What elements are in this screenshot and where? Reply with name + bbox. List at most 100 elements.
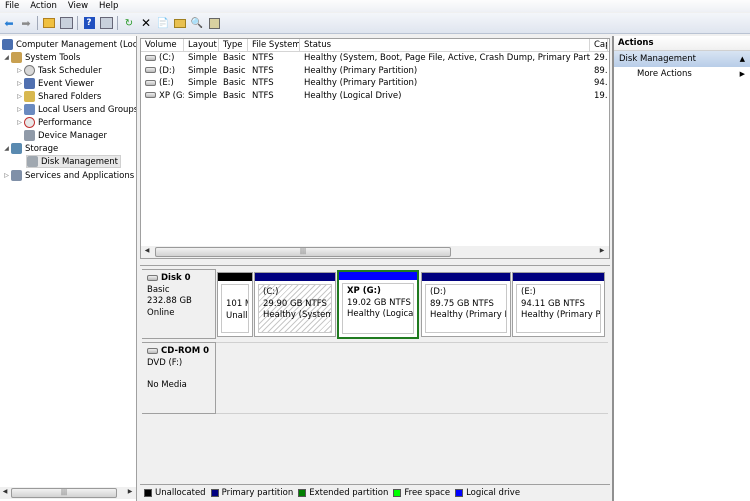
actions-section-disk-management[interactable]: Disk Management ▲ [614, 51, 750, 67]
volume-horizontal-scrollbar[interactable]: ◀ ||| ▶ [141, 246, 609, 258]
scroll-thumb[interactable]: ||| [11, 488, 117, 498]
tree-item-performance[interactable]: ▷ Performance [15, 116, 92, 129]
tree-item-local-users[interactable]: ▷ Local Users and Groups [15, 103, 136, 116]
expand-icon[interactable]: ▷ [2, 172, 11, 179]
scroll-right-arrow[interactable]: ▶ [597, 247, 607, 254]
actions-pane: Actions Disk Management ▲ More Actions ▶ [612, 36, 750, 501]
volume-name: (D:) [159, 65, 176, 76]
disk-icon [147, 274, 158, 281]
collapse-icon[interactable]: ◢ [2, 54, 11, 61]
wizard-icon[interactable] [207, 16, 221, 30]
show-hide-console-tree-icon[interactable] [59, 16, 73, 30]
legend-label: Primary partition [221, 487, 294, 498]
tree-label: Task Scheduler [38, 65, 102, 76]
tree-label: Services and Applications [25, 170, 135, 181]
collapse-icon[interactable]: ◢ [2, 145, 11, 152]
disk-type: DVD (F:) [147, 357, 183, 368]
column-file-system[interactable]: File System [248, 39, 300, 51]
disk-0-label[interactable]: Disk 0 Basic 232.88 GB Online [142, 269, 216, 339]
column-type[interactable]: Type [219, 39, 248, 51]
legend-swatch [144, 488, 152, 497]
partition-g[interactable]: XP (G:) 19.02 GB NTFS Healthy (Logical [337, 270, 419, 339]
legend-item: Free space [393, 488, 450, 498]
volume-fs: NTFS [252, 90, 274, 101]
legend-swatch [393, 488, 402, 497]
cdrom-0-area[interactable] [216, 342, 608, 414]
menu-file[interactable]: File [0, 1, 25, 11]
table-row[interactable]: (D:) Simple Basic NTFS Healthy (Primary … [141, 65, 609, 78]
disk-name: CD-ROM 0 [161, 346, 210, 356]
tree-horizontal-scrollbar[interactable]: ◀ ||| ▶ [0, 487, 136, 499]
expand-icon[interactable]: ▷ [15, 80, 24, 87]
tree-item-services[interactable]: ▷ Services and Applications [2, 169, 134, 182]
column-layout[interactable]: Layout [184, 39, 219, 51]
tree-label: Computer Management (Local [16, 39, 137, 50]
volume-capacity: 94.1 [594, 78, 608, 88]
toolbar-separator [37, 16, 38, 30]
expand-icon[interactable]: ▷ [15, 93, 24, 100]
partition-name: (E:) [521, 287, 536, 297]
volume-name: XP (G:) [159, 90, 184, 101]
scroll-right-arrow[interactable]: ▶ [125, 488, 135, 495]
volume-type: Basic [223, 90, 246, 101]
cdrom-0-label[interactable]: CD-ROM 0 DVD (F:) No Media [142, 342, 216, 414]
show-hide-action-pane-icon[interactable] [99, 16, 113, 30]
scroll-left-arrow[interactable]: ◀ [142, 247, 152, 254]
more-actions-item[interactable]: More Actions ▶ [614, 67, 750, 82]
forward-arrow-icon[interactable]: ➡ [19, 16, 33, 30]
tree-item-shared-folders[interactable]: ▷ Shared Folders [15, 90, 101, 103]
tree-item-event-viewer[interactable]: ▷ Event Viewer [15, 77, 94, 90]
column-capacity[interactable]: Cap [590, 39, 608, 51]
table-row[interactable]: (C:) Simple Basic NTFS Healthy (System, … [141, 52, 609, 65]
tree-item-disk-management[interactable]: Disk Management [26, 155, 121, 168]
scroll-thumb[interactable]: ||| [155, 247, 451, 257]
menu-help[interactable]: Help [94, 1, 124, 11]
open-icon[interactable] [173, 16, 187, 30]
menu-action[interactable]: Action [25, 1, 63, 11]
partition-e[interactable]: (E:) 94.11 GB NTFS Healthy (Primary Part [512, 272, 605, 337]
help-icon[interactable]: ? [82, 16, 96, 30]
legend-label: Unallocated [155, 487, 206, 498]
column-status[interactable]: Status [300, 39, 590, 51]
partition-size: 94.11 GB NTFS [521, 298, 585, 309]
properties-icon[interactable]: 📄 [156, 16, 170, 30]
scroll-left-arrow[interactable]: ◀ [0, 488, 10, 495]
partition-color-bar [422, 273, 510, 281]
tree-item-system-tools[interactable]: ◢ System Tools [2, 51, 80, 64]
partition-color-bar [218, 273, 252, 281]
toolbar-separator [77, 16, 78, 30]
tree-item-device-manager[interactable]: Device Manager [24, 129, 107, 142]
table-row[interactable]: (E:) Simple Basic NTFS Healthy (Primary … [141, 77, 609, 90]
expand-icon[interactable]: ▷ [15, 119, 24, 126]
toolbar-separator [117, 16, 118, 30]
partition-d[interactable]: (D:) 89.75 GB NTFS Healthy (Primary Par [421, 272, 511, 337]
expand-icon[interactable]: ▷ [15, 67, 24, 74]
tree-label: Shared Folders [38, 91, 102, 102]
partition-status: Healthy (Primary Par [430, 310, 506, 320]
column-volume[interactable]: Volume [141, 39, 184, 51]
refresh-icon[interactable]: ↻ [122, 16, 136, 30]
legend-swatch [455, 488, 464, 497]
menu-view[interactable]: View [63, 1, 94, 11]
volume-icon [145, 54, 156, 61]
back-arrow-icon[interactable]: ⬅ [2, 16, 16, 30]
disk-type: Basic [147, 284, 170, 295]
tree-item-task-scheduler[interactable]: ▷ Task Scheduler [15, 64, 102, 77]
volume-list-header: Volume Layout Type File System Status Ca… [141, 39, 609, 52]
partition-unallocated[interactable]: 101 MI Unallo [217, 272, 253, 337]
tree-item-computer-management[interactable]: Computer Management (Local [2, 38, 137, 51]
up-folder-icon[interactable] [42, 16, 56, 30]
volume-layout: Simple [188, 65, 218, 76]
volume-type: Basic [223, 78, 246, 88]
partition-c[interactable]: (C:) 29.90 GB NTFS Healthy (System, E [254, 272, 336, 337]
search-icon[interactable]: 🔍 [190, 16, 204, 30]
delete-icon[interactable]: ✕ [139, 16, 153, 30]
collapse-triangle-icon[interactable]: ▲ [740, 51, 745, 67]
tree-label: Storage [25, 143, 59, 154]
tree-label: Event Viewer [38, 78, 94, 89]
tree-item-storage[interactable]: ◢ Storage [2, 142, 58, 155]
expand-icon[interactable]: ▷ [15, 106, 24, 113]
table-row[interactable]: XP (G:) Simple Basic NTFS Healthy (Logic… [141, 90, 609, 103]
legend-item: Unallocated [144, 488, 206, 498]
tree-label: Disk Management [41, 156, 118, 167]
